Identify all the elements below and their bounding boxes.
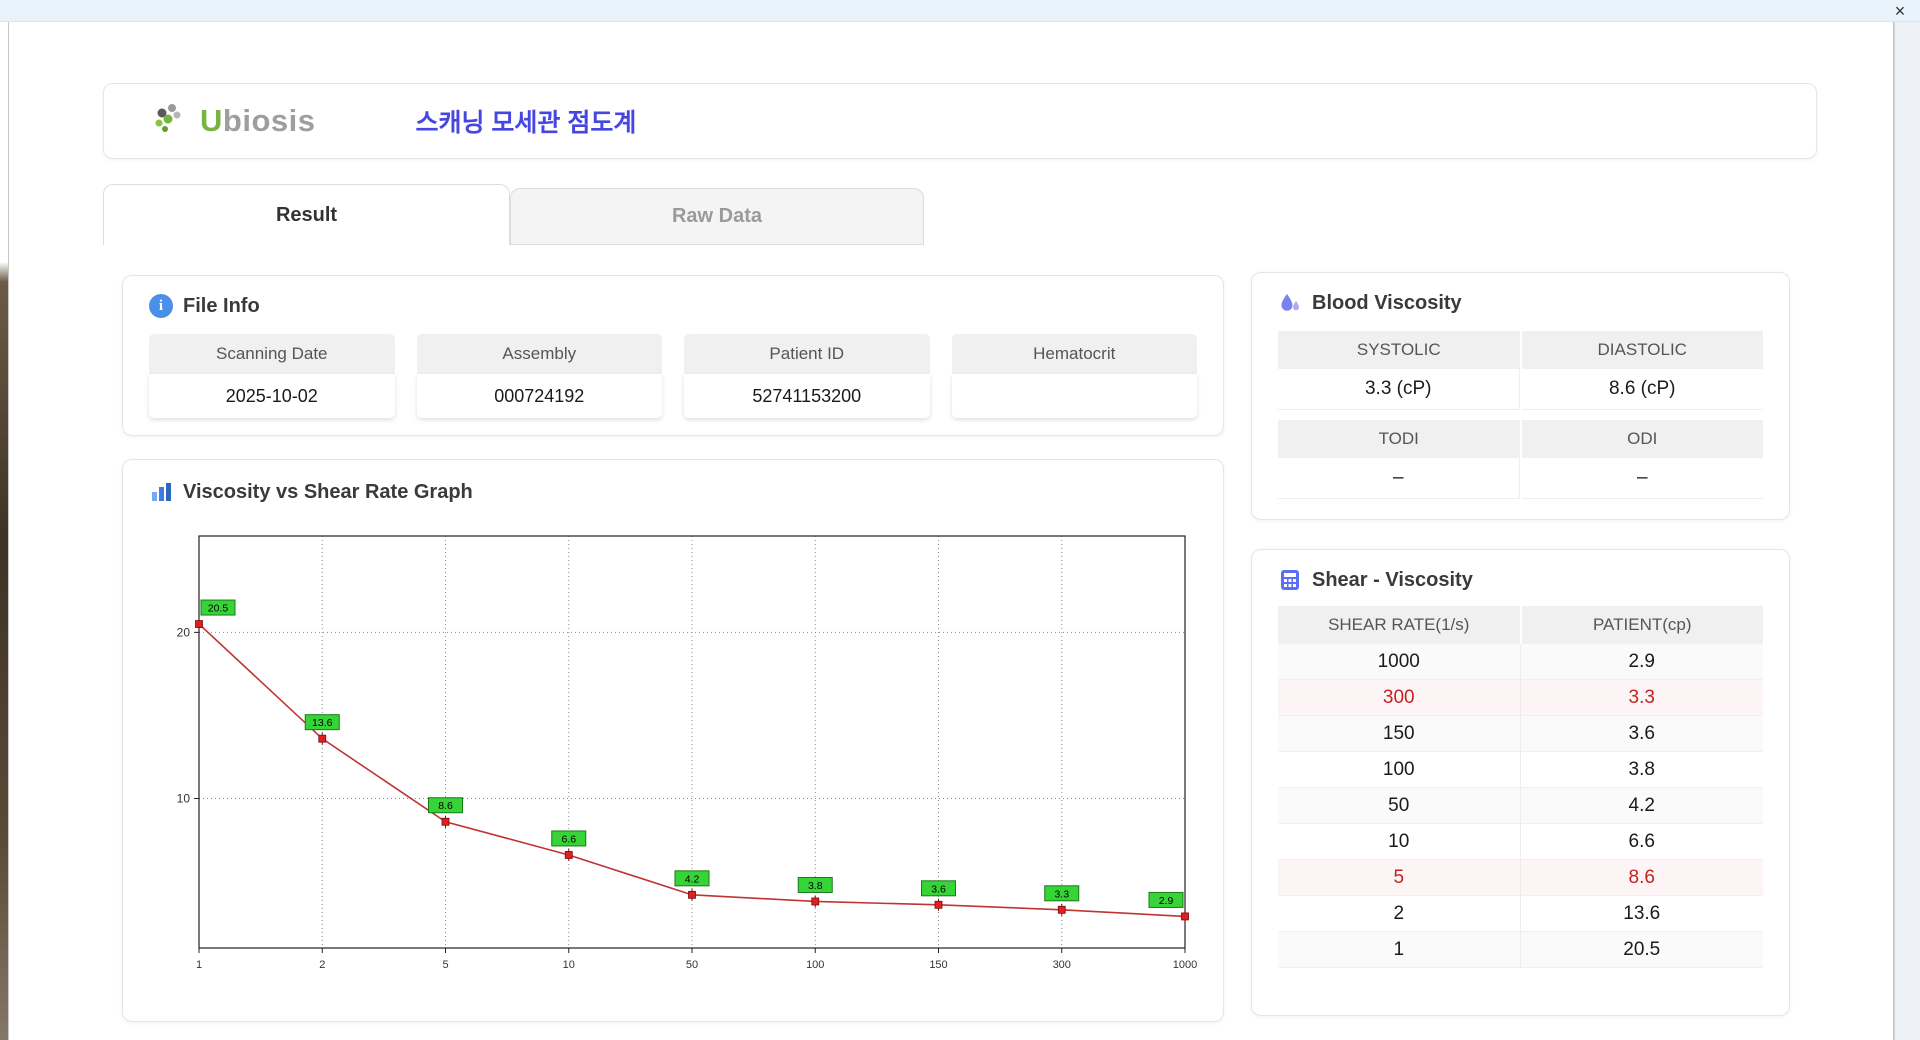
field-hematocrit: Hematocrit (951, 334, 1197, 418)
svg-text:10: 10 (563, 959, 575, 971)
svg-text:20: 20 (177, 625, 191, 639)
table-row: 10 6.6 (1278, 824, 1763, 860)
window-titlebar: × (0, 0, 1920, 22)
sv-cell-shear: 5 (1278, 860, 1521, 896)
svg-text:20.5: 20.5 (208, 603, 229, 615)
svg-text:100: 100 (806, 959, 824, 971)
table-row: 100 3.8 (1278, 752, 1763, 788)
field-value (951, 374, 1197, 418)
svg-text:4.2: 4.2 (685, 873, 700, 885)
graph-title: Viscosity vs Shear Rate Graph (183, 480, 473, 503)
blood-viscosity-title: Blood Viscosity (1312, 291, 1462, 314)
sv-cell-patient: 13.6 (1520, 896, 1763, 932)
sv-col-patient: PATIENT(cp) (1521, 606, 1763, 644)
field-assembly: Assembly 000724192 (416, 334, 662, 418)
bv-header-diastolic: DIASTOLIC (1521, 331, 1763, 369)
sv-cell-patient: 20.5 (1520, 932, 1763, 968)
table-row: 1000 2.9 (1278, 644, 1763, 680)
bv-value-systolic: 3.3 (cP) (1278, 369, 1520, 410)
svg-text:3.8: 3.8 (808, 880, 823, 892)
file-info-card: i File Info Scanning Date 2025-10-02 Ass… (122, 275, 1224, 436)
svg-text:150: 150 (929, 959, 947, 971)
sv-cell-patient: 3.3 (1520, 680, 1763, 716)
field-value: 52741153200 (684, 374, 930, 418)
bar-chart-icon (149, 480, 173, 504)
sv-cell-shear: 150 (1278, 716, 1521, 752)
field-label: Scanning Date (149, 334, 395, 374)
screen: × Ubiosis 스캐닝 모세관 점도계 Result Raw Data i … (0, 0, 1920, 1040)
header-card: Ubiosis 스캐닝 모세관 점도계 (103, 83, 1817, 159)
logo-text-first: U (200, 103, 223, 138)
blood-viscosity-card: Blood Viscosity SYSTOLIC DIASTOLIC 3.3 (… (1251, 272, 1790, 520)
file-info-title: File Info (183, 294, 260, 317)
sv-cell-patient: 3.8 (1520, 752, 1763, 788)
logo-text-rest: biosis (222, 103, 316, 138)
logo-text: Ubiosis (200, 103, 315, 139)
close-icon[interactable]: × (1890, 1, 1910, 21)
sv-col-shear-rate: SHEAR RATE(1/s) (1278, 606, 1520, 644)
svg-text:8.6: 8.6 (438, 800, 453, 812)
svg-text:3.6: 3.6 (931, 883, 946, 895)
svg-text:2: 2 (319, 959, 325, 971)
svg-text:50: 50 (686, 959, 698, 971)
sv-cell-shear: 300 (1278, 680, 1521, 716)
viscosity-graph-card: Viscosity vs Shear Rate Graph 1 2 5 10 50 100… (122, 459, 1224, 1022)
sv-cell-patient: 8.6 (1520, 860, 1763, 896)
field-value: 000724192 (416, 374, 662, 418)
ubiosis-logo-icon (150, 99, 194, 143)
svg-text:300: 300 (1053, 959, 1071, 971)
field-value: 2025-10-02 (149, 374, 395, 418)
sv-cell-patient: 4.2 (1520, 788, 1763, 824)
table-row: 50 4.2 (1278, 788, 1763, 824)
svg-text:1: 1 (196, 959, 202, 971)
sv-cell-patient: 2.9 (1520, 644, 1763, 680)
sv-cell-shear: 50 (1278, 788, 1521, 824)
table-row: 2 13.6 (1278, 896, 1763, 932)
field-label: Hematocrit (951, 334, 1197, 374)
sv-cell-shear: 10 (1278, 824, 1521, 860)
field-scanning-date: Scanning Date 2025-10-02 (149, 334, 395, 418)
svg-text:6.6: 6.6 (561, 833, 576, 845)
sv-cell-shear: 1000 (1278, 644, 1521, 680)
desktop-background-sliver (0, 22, 8, 1040)
table-row: 300 3.3 (1278, 680, 1763, 716)
calculator-icon (1278, 568, 1302, 592)
shear-viscosity-table: SHEAR RATE(1/s) PATIENT(cp) 1000 2.9 300 3… (1278, 606, 1763, 968)
svg-text:10: 10 (177, 791, 191, 805)
table-row: 5 8.6 (1278, 860, 1763, 896)
bv-value-todi: – (1278, 458, 1520, 499)
viscosity-chart: 1 2 5 10 50 100 150 300 1000 10 20 20.5 13.6 8.6 6.6 4.… (159, 528, 1199, 1006)
sv-cell-patient: 3.6 (1520, 716, 1763, 752)
field-patient-id: Patient ID 52741153200 (684, 334, 930, 418)
sv-cell-shear: 100 (1278, 752, 1521, 788)
svg-text:2.9: 2.9 (1159, 895, 1174, 907)
bv-value-odi: – (1521, 458, 1763, 499)
sv-cell-shear: 1 (1278, 932, 1521, 968)
logo: Ubiosis (150, 99, 315, 143)
sv-cell-patient: 6.6 (1520, 824, 1763, 860)
bv-header-todi: TODI (1278, 420, 1520, 458)
blood-viscosity-table: SYSTOLIC DIASTOLIC 3.3 (cP) 8.6 (cP) TOD… (1278, 331, 1763, 499)
tab-result[interactable]: Result (103, 184, 510, 245)
svg-text:1000: 1000 (1173, 959, 1197, 971)
page-title: 스캐닝 모세관 점도계 (415, 109, 637, 137)
field-label: Patient ID (684, 334, 930, 374)
bv-header-systolic: SYSTOLIC (1278, 331, 1520, 369)
shear-viscosity-title: Shear - Viscosity (1312, 568, 1473, 591)
shear-viscosity-card: Shear - Viscosity SHEAR RATE(1/s) PATIEN… (1251, 549, 1790, 1016)
sv-cell-shear: 2 (1278, 896, 1521, 932)
info-icon: i (149, 294, 173, 318)
file-info-fields: Scanning Date 2025-10-02 Assembly 000724… (149, 334, 1197, 418)
svg-text:3.3: 3.3 (1054, 888, 1069, 900)
water-drop-icon (1278, 291, 1302, 315)
tab-raw-data[interactable]: Raw Data (510, 188, 924, 245)
bv-value-diastolic: 8.6 (cP) (1521, 369, 1763, 410)
bv-header-odi: ODI (1521, 420, 1763, 458)
field-label: Assembly (416, 334, 662, 374)
table-row: 1 20.5 (1278, 932, 1763, 968)
window-scroll-strip[interactable] (1894, 22, 1920, 1040)
svg-text:13.6: 13.6 (312, 717, 333, 729)
table-row: 150 3.6 (1278, 716, 1763, 752)
svg-text:5: 5 (442, 959, 448, 971)
